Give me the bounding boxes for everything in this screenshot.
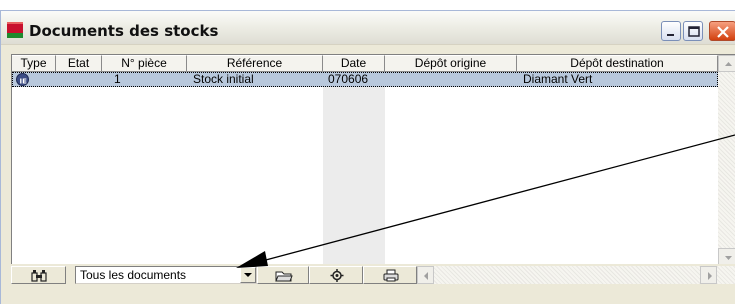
- title-bar[interactable]: Documents des stocks: [1, 11, 735, 45]
- scroll-down-button[interactable]: [718, 248, 735, 264]
- chevron-right-icon: [708, 272, 712, 280]
- chevron-left-icon: [424, 272, 428, 280]
- column-header-type[interactable]: Type: [12, 55, 56, 72]
- vertical-scrollbar[interactable]: [718, 55, 735, 264]
- column-header-etat[interactable]: Etat: [56, 55, 102, 72]
- print-icon: [383, 269, 399, 282]
- column-header-date[interactable]: Date: [323, 55, 385, 72]
- row-date: 070606: [328, 72, 369, 86]
- maximize-button[interactable]: [683, 21, 703, 41]
- window-title: Documents des stocks: [29, 22, 219, 40]
- chevron-down-icon: [725, 256, 732, 260]
- row-depot-destination: Diamant Vert: [523, 72, 593, 86]
- column-header-numero[interactable]: N° pièce: [102, 55, 187, 72]
- column-header-reference[interactable]: Référence: [187, 55, 323, 72]
- close-icon: [717, 26, 729, 38]
- settings-icon: [330, 269, 344, 282]
- chevron-down-icon: [244, 273, 252, 277]
- scroll-up-button[interactable]: [718, 55, 735, 72]
- horizontal-scrollbar[interactable]: [417, 266, 735, 284]
- minimize-button[interactable]: [661, 21, 681, 41]
- minimize-icon: [667, 34, 674, 36]
- vertical-scroll-track[interactable]: [718, 72, 735, 248]
- scroll-left-button[interactable]: [417, 266, 434, 284]
- scroll-right-button[interactable]: [700, 266, 717, 284]
- close-button[interactable]: [709, 21, 735, 41]
- row-etat: [56, 72, 102, 87]
- filter-dropdown-button[interactable]: [240, 267, 256, 283]
- row-numero: 1: [114, 72, 121, 86]
- chevron-up-icon: [725, 62, 732, 66]
- svg-text:IE: IE: [20, 78, 28, 86]
- open-document-button[interactable]: [257, 266, 309, 284]
- document-filter-select[interactable]: Tous les documents: [75, 266, 257, 284]
- binoculars-icon: [31, 270, 47, 282]
- settings-button[interactable]: [309, 266, 363, 284]
- document-filter-value: Tous les documents: [80, 268, 187, 282]
- stock-entry-icon: IE: [16, 73, 29, 86]
- row-reference: Stock initial: [193, 72, 254, 86]
- maximize-icon: [688, 26, 700, 37]
- list-header: Type Etat N° pièce Référence Date Dépôt …: [12, 55, 718, 72]
- app-icon: [7, 22, 23, 38]
- column-header-depot-origine[interactable]: Dépôt origine: [385, 55, 517, 72]
- find-button[interactable]: [11, 266, 66, 284]
- open-document-icon: [275, 271, 293, 282]
- print-button[interactable]: [363, 266, 417, 284]
- table-row[interactable]: IE 1 Stock initial 070606 Diamant Vert: [12, 72, 718, 87]
- documents-window: Documents des stocks Type Etat N° pièce …: [0, 10, 735, 304]
- column-header-depot-destination[interactable]: Dépôt destination: [517, 55, 718, 72]
- documents-list[interactable]: Type Etat N° pièce Référence Date Dépôt …: [11, 54, 735, 264]
- bottom-toolbar: Tous les documents: [11, 264, 735, 286]
